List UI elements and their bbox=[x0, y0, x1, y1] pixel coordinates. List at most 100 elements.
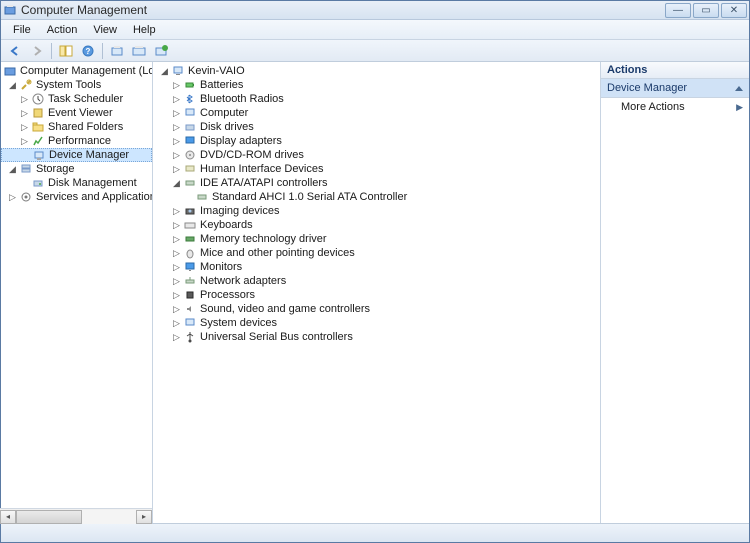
expand-icon[interactable]: ▷ bbox=[171, 290, 182, 301]
expand-icon[interactable]: ▷ bbox=[171, 164, 182, 175]
collapse-icon[interactable]: ◢ bbox=[171, 178, 182, 189]
menu-view[interactable]: View bbox=[85, 22, 125, 38]
expand-icon[interactable]: ▷ bbox=[171, 220, 182, 231]
expand-icon[interactable]: ▷ bbox=[171, 80, 182, 91]
cpu-icon bbox=[183, 288, 197, 302]
device-node-ide[interactable]: ◢IDE ATA/ATAPI controllers bbox=[153, 176, 600, 190]
expand-icon[interactable]: ▷ bbox=[19, 136, 30, 147]
menu-action[interactable]: Action bbox=[39, 22, 86, 38]
expand-icon[interactable]: ▷ bbox=[171, 332, 182, 343]
tree-node-storage[interactable]: ◢ Storage bbox=[1, 162, 152, 176]
device-node-batteries[interactable]: ▷Batteries bbox=[153, 78, 600, 92]
tree-node-performance[interactable]: ▷ Performance bbox=[1, 134, 152, 148]
storage-icon bbox=[19, 162, 33, 176]
window-controls: — ▭ ✕ bbox=[665, 3, 747, 18]
folder-share-icon bbox=[31, 120, 45, 134]
actions-context[interactable]: Device Manager bbox=[601, 79, 749, 98]
device-node-dvd[interactable]: ▷DVD/CD-ROM drives bbox=[153, 148, 600, 162]
scroll-thumb[interactable] bbox=[16, 510, 82, 524]
scroll-right-button[interactable]: ▸ bbox=[136, 510, 152, 524]
expand-icon[interactable]: ▷ bbox=[171, 122, 182, 133]
expand-icon[interactable]: ▷ bbox=[19, 94, 30, 105]
device-node-ide-child[interactable]: Standard AHCI 1.0 Serial ATA Controller bbox=[153, 190, 600, 204]
disk-icon bbox=[183, 120, 197, 134]
services-icon bbox=[19, 190, 33, 204]
collapse-icon[interactable]: ◢ bbox=[7, 164, 18, 175]
expand-icon[interactable]: ▷ bbox=[171, 234, 182, 245]
hid-icon bbox=[183, 162, 197, 176]
maximize-button[interactable]: ▭ bbox=[693, 3, 719, 18]
device-node-usb[interactable]: ▷Universal Serial Bus controllers bbox=[153, 330, 600, 344]
statusbar bbox=[1, 523, 749, 542]
device-node-mice[interactable]: ▷Mice and other pointing devices bbox=[153, 246, 600, 260]
computer-icon bbox=[171, 64, 185, 78]
collapse-icon[interactable]: ◢ bbox=[159, 66, 170, 77]
clock-icon bbox=[31, 92, 45, 106]
bluetooth-icon bbox=[183, 92, 197, 106]
device-node-network[interactable]: ▷Network adapters bbox=[153, 274, 600, 288]
expand-icon[interactable]: ▷ bbox=[171, 136, 182, 147]
keyboard-icon bbox=[183, 218, 197, 232]
performance-icon bbox=[31, 134, 45, 148]
sound-icon bbox=[183, 302, 197, 316]
back-button[interactable] bbox=[5, 42, 25, 60]
expand-icon[interactable]: ▷ bbox=[171, 94, 182, 105]
tree-node-task-scheduler[interactable]: ▷ Task Scheduler bbox=[1, 92, 152, 106]
tools-icon bbox=[19, 78, 33, 92]
tree-node-shared-folders[interactable]: ▷ Shared Folders bbox=[1, 120, 152, 134]
collapse-icon[interactable]: ◢ bbox=[7, 80, 18, 91]
device-node-system-devices[interactable]: ▷System devices bbox=[153, 316, 600, 330]
update-driver-button[interactable] bbox=[151, 42, 171, 60]
expand-icon[interactable]: ▷ bbox=[7, 192, 18, 203]
scan-hardware-button[interactable] bbox=[107, 42, 127, 60]
display-icon bbox=[183, 134, 197, 148]
scroll-left-button[interactable]: ◂ bbox=[1, 510, 16, 524]
expand-icon[interactable]: ▷ bbox=[171, 108, 182, 119]
expand-icon[interactable]: ▷ bbox=[171, 304, 182, 315]
device-node-monitors[interactable]: ▷Monitors bbox=[153, 260, 600, 274]
svg-text:?: ? bbox=[86, 47, 91, 56]
console-tree[interactable]: Computer Management (Local ◢ System Tool… bbox=[1, 62, 152, 206]
device-node-keyboards[interactable]: ▷Keyboards bbox=[153, 218, 600, 232]
left-pane-scrollbar[interactable]: ◂ ▸ bbox=[1, 508, 152, 523]
tree-node-event-viewer[interactable]: ▷ Event Viewer bbox=[1, 106, 152, 120]
device-node-disk-drives[interactable]: ▷Disk drives bbox=[153, 120, 600, 134]
tree-node-disk-management[interactable]: Disk Management bbox=[1, 176, 152, 190]
mmc-icon bbox=[3, 64, 17, 78]
help-button[interactable]: ? bbox=[78, 42, 98, 60]
minimize-button[interactable]: — bbox=[665, 3, 691, 18]
tree-node-device-manager[interactable]: Device Manager bbox=[1, 148, 152, 162]
collapse-icon bbox=[735, 86, 743, 91]
device-node-computer[interactable]: ▷Computer bbox=[153, 106, 600, 120]
forward-button[interactable] bbox=[27, 42, 47, 60]
monitor-icon bbox=[183, 260, 197, 274]
device-node-bluetooth[interactable]: ▷Bluetooth Radios bbox=[153, 92, 600, 106]
expand-icon[interactable]: ▷ bbox=[19, 108, 30, 119]
tree-node-system-tools[interactable]: ◢ System Tools bbox=[1, 78, 152, 92]
device-tree[interactable]: ◢Kevin-VAIO ▷Batteries ▷Bluetooth Radios… bbox=[153, 62, 600, 346]
menu-help[interactable]: Help bbox=[125, 22, 164, 38]
device-node-hid[interactable]: ▷Human Interface Devices bbox=[153, 162, 600, 176]
expand-icon[interactable]: ▷ bbox=[171, 318, 182, 329]
expand-icon[interactable]: ▷ bbox=[171, 206, 182, 217]
expand-icon[interactable]: ▷ bbox=[171, 276, 182, 287]
tree-node-root[interactable]: Computer Management (Local bbox=[1, 64, 152, 78]
device-node-host[interactable]: ◢Kevin-VAIO bbox=[153, 64, 600, 78]
uninstall-button[interactable] bbox=[129, 42, 149, 60]
device-node-memtech[interactable]: ▷Memory technology driver bbox=[153, 232, 600, 246]
device-node-imaging[interactable]: ▷Imaging devices bbox=[153, 204, 600, 218]
actions-more[interactable]: More Actions ▶ bbox=[601, 98, 749, 116]
close-button[interactable]: ✕ bbox=[721, 3, 747, 18]
device-node-display-adapters[interactable]: ▷Display adapters bbox=[153, 134, 600, 148]
tree-node-services-apps[interactable]: ▷ Services and Applications bbox=[1, 190, 152, 204]
toolbar-separator bbox=[51, 43, 52, 59]
expand-icon[interactable]: ▷ bbox=[171, 150, 182, 161]
expand-icon[interactable]: ▷ bbox=[171, 248, 182, 259]
console-tree-pane: Computer Management (Local ◢ System Tool… bbox=[1, 62, 153, 523]
menu-file[interactable]: File bbox=[5, 22, 39, 38]
expand-icon[interactable]: ▷ bbox=[171, 262, 182, 273]
device-node-sound[interactable]: ▷Sound, video and game controllers bbox=[153, 302, 600, 316]
device-node-processors[interactable]: ▷Processors bbox=[153, 288, 600, 302]
expand-icon[interactable]: ▷ bbox=[19, 122, 30, 133]
show-hide-tree-button[interactable] bbox=[56, 42, 76, 60]
